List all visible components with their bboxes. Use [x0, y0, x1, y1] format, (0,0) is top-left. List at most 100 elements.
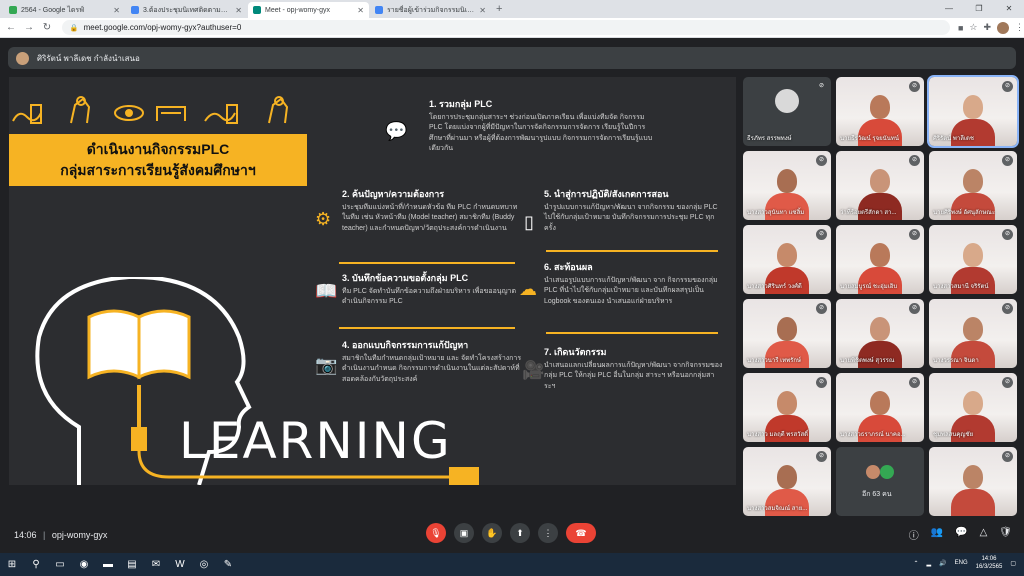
section-divider	[339, 262, 515, 264]
participant-name: ธีรภัทร สรรพทงษ์	[747, 136, 792, 142]
participant-avatar	[775, 89, 799, 113]
folder-icon[interactable]: ▬	[96, 559, 120, 570]
mic-muted-icon: ⊘	[909, 155, 920, 166]
back-icon[interactable]: ←	[4, 22, 18, 33]
edge-icon[interactable]: ◉	[72, 559, 96, 570]
slide-title-line1: ดำเนินงานกิจกรรมPLC	[86, 141, 230, 157]
call-controls: 🎙 ▣ ✋ ⬆ ⋮ ☎	[426, 523, 596, 543]
more-options-icon[interactable]: ⋮	[538, 523, 558, 543]
participant-name: นางสาวนารี เทพรักษ์	[747, 358, 801, 364]
participant-tile[interactable]: ⊘ นางสาวนารี เทพรักษ์	[743, 299, 831, 368]
close-icon[interactable]: ✕	[113, 6, 120, 15]
system-clock[interactable]: 14:06 16/3/2565	[976, 555, 1003, 571]
slide-section-7: 7. เกิดนวัตกรรม นำเสนอแลกเปลี่ยนผลการแก้…	[544, 347, 723, 390]
mic-muted-icon: ⊘	[1002, 81, 1013, 92]
notifications-icon[interactable]: ▢	[1010, 560, 1016, 567]
participant-face	[963, 169, 983, 193]
profile-avatar[interactable]	[997, 21, 1009, 34]
browser-tab[interactable]: รายชื่อผู้เข้าร่วมกิจกรรมนิเทศติดตามผลงา…	[370, 2, 491, 18]
participant-tile[interactable]: ⊘ นายศิริพงษ์ อัศนุลักษณะ	[929, 151, 1017, 220]
participant-face	[870, 243, 890, 267]
paint-icon[interactable]: ✎	[216, 559, 240, 570]
new-tab-button[interactable]: +	[496, 3, 502, 15]
participant-name: ศิริรัตน์ พาลีเดช	[933, 136, 974, 142]
task-view-icon[interactable]: ▭	[48, 559, 72, 570]
volume-icon[interactable]: 🔊	[939, 560, 946, 567]
participant-tile[interactable]: ⊘ ว่าที่ร้อยตรีสักดา สา...	[836, 151, 924, 220]
others-tile[interactable]: อีก 63 คน	[836, 447, 924, 516]
others-avatar	[880, 465, 894, 479]
menu-icon[interactable]: ⋮	[1015, 22, 1024, 33]
window-controls: — ❐ ✕	[934, 0, 1024, 18]
doc-icon	[375, 6, 383, 14]
mail-icon[interactable]: ✉	[144, 559, 168, 570]
participant-tile[interactable]: ⊘ ชุมพลสนคุญชัย	[929, 373, 1017, 442]
raise-hand-icon[interactable]: ✋	[482, 523, 502, 543]
participant-face	[963, 243, 983, 267]
leave-call-icon[interactable]: ☎	[566, 523, 596, 543]
participant-tile[interactable]: ⊘ นายธีรวัฒน์ รุจยนันทน์	[836, 77, 924, 146]
language-indicator[interactable]: ENG	[955, 560, 968, 566]
drive-icon	[9, 6, 17, 14]
minimize-icon[interactable]: —	[934, 0, 964, 18]
word-icon[interactable]: W	[168, 559, 192, 570]
lock-icon: 🔒	[69, 24, 79, 32]
close-window-icon[interactable]: ✕	[994, 0, 1024, 18]
participant-tile[interactable]: ⊘ นายพิชิตพงษ์ สุวรรณ	[836, 299, 924, 368]
network-icon[interactable]: ▂	[927, 560, 932, 567]
camera-icon[interactable]: ■	[958, 23, 963, 33]
chat-panel-icon[interactable]: 💬	[955, 527, 967, 542]
present-screen-icon[interactable]: ⬆	[510, 523, 530, 543]
participant-tile[interactable]: ⊘ นางสาวสมานี จริรัตน์	[929, 225, 1017, 294]
mic-off-icon[interactable]: 🎙	[426, 523, 446, 543]
people-icon[interactable]: 👥	[931, 527, 943, 542]
separator: |	[43, 530, 46, 540]
url-field[interactable]: 🔒 meet.google.com/opj-womy-gyx?authuser=…	[61, 20, 950, 35]
maximize-icon[interactable]: ❐	[964, 0, 994, 18]
participant-tile[interactable]: ⊘ นางสาว มลฤดี พรสวัสดิ์	[743, 373, 831, 442]
participant-body	[951, 489, 995, 516]
presenter-avatar	[16, 51, 29, 65]
close-icon[interactable]: ✕	[479, 6, 486, 15]
participant-tile[interactable]: ⊘ นางวรรณา จินดา	[929, 299, 1017, 368]
info-icon[interactable]: ⓘ	[909, 527, 919, 542]
doc-icon	[131, 6, 139, 14]
chrome-icon[interactable]: ◎	[192, 559, 216, 570]
participant-face	[870, 95, 890, 119]
participant-name: นางสาวศิรินทร์ วงศ์ดี	[747, 284, 802, 290]
participant-tile[interactable]: ⊘ ศิริรัตน์ พาลีเดช	[927, 75, 1019, 148]
slide-section-5: 5. นำสู่การปฏิบัติ/สังเกตการสอน นำรูปแบบ…	[544, 189, 718, 232]
windows-start-icon[interactable]: ⊞	[0, 559, 24, 570]
hieroglyph-decoration	[12, 96, 289, 124]
participant-tile[interactable]: ⊘ นางสาวสุนันทา แซ่ลิ้ม	[743, 151, 831, 220]
mic-muted-icon: ⊘	[909, 377, 920, 388]
participant-tile[interactable]: ⊘ นางสาวธราภรณ์ นาคอ...	[836, 373, 924, 442]
store-icon[interactable]: ▤	[120, 559, 144, 570]
close-icon[interactable]: ✕	[357, 6, 364, 15]
participant-tile[interactable]: ⊘ นายสมบูรณ์ ชะอุ่มเอิบ	[836, 225, 924, 294]
mic-muted-icon: ⊘	[909, 229, 920, 240]
browser-tab[interactable]: 2564 - Google ไดรฟ์ ✕	[4, 2, 125, 18]
star-icon[interactable]: ☆	[969, 22, 977, 33]
reload-icon[interactable]: ↻	[40, 22, 54, 33]
participant-name: นายศิริพงษ์ อัศนุลักษณะ	[933, 210, 996, 216]
extension-icon[interactable]: ✚	[983, 22, 991, 33]
mic-muted-icon: ⊘	[816, 377, 827, 388]
browser-tab[interactable]: 3.ต้องประชุมนิเทศติดตามนิเทศผลงาน✕	[126, 2, 247, 18]
participant-tile[interactable]: ⊘	[929, 447, 1017, 516]
forward-icon[interactable]: →	[22, 22, 36, 33]
browser-tab-active[interactable]: Meet - opj-womy-gyx ✕	[248, 2, 369, 18]
search-icon[interactable]: ⚲	[24, 559, 48, 570]
host-controls-icon[interactable]: 🛡	[999, 527, 1012, 542]
participant-tile[interactable]: ⊘ นางสาวสมจิณณ์ สาย...	[743, 447, 831, 516]
participant-face	[963, 391, 983, 415]
activities-icon[interactable]: △	[980, 527, 988, 542]
tray-arrow-icon[interactable]: ⌃	[913, 560, 918, 567]
participant-face	[870, 391, 890, 415]
mic-muted-icon: ⊘	[816, 303, 827, 314]
close-icon[interactable]: ✕	[235, 6, 242, 15]
participant-tile[interactable]: ⊘ นางสาวศิรินทร์ วงศ์ดี	[743, 225, 831, 294]
participant-tile[interactable]: ⊘ ธีรภัทร สรรพทงษ์	[743, 77, 831, 146]
camera-off-icon[interactable]: ▣	[454, 523, 474, 543]
section-divider	[339, 327, 515, 329]
